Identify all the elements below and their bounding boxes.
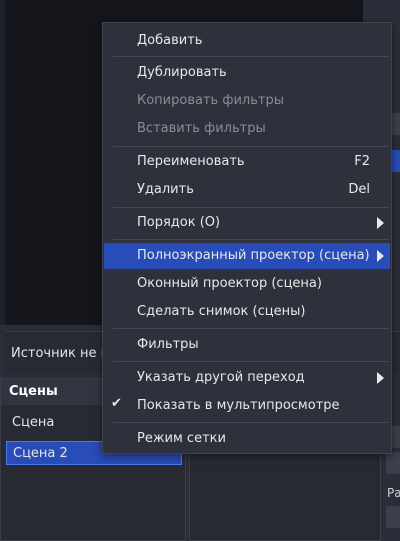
menu-item-rename[interactable]: Переименовать F2 [104, 149, 390, 175]
menu-item-label: Режим сетки [137, 431, 226, 446]
menu-item-show-in-multiview[interactable]: ✔ Показать в мультипросмотре [104, 393, 390, 419]
context-menu: Добавить Дублировать Копировать фильтры … [102, 22, 392, 454]
submenu-arrow-icon [377, 372, 384, 384]
scenes-title: Сцены [9, 384, 58, 399]
menu-item-label: Фильтры [137, 337, 199, 352]
menu-item-label: Указать другой переход [137, 370, 305, 385]
menu-item-label: Добавить [137, 33, 203, 48]
mixer-menu-button[interactable] [386, 506, 400, 528]
menu-item-filters[interactable]: Фильтры [104, 332, 390, 358]
menu-item-label: Переименовать [137, 154, 245, 169]
menu-item-label: Удалить [137, 182, 194, 197]
checkmark-icon: ✔ [111, 396, 122, 411]
submenu-arrow-icon [377, 250, 384, 262]
menu-item-screenshot[interactable]: Сделать снимок (сцены) [104, 299, 390, 325]
menu-separator [113, 361, 389, 362]
menu-item-delete[interactable]: Удалить Del [104, 177, 390, 203]
menu-item-paste-filters: Вставить фильтры [104, 116, 390, 142]
menu-item-label: Вставить фильтры [137, 121, 266, 136]
menu-item-duplicate[interactable]: Дублировать [104, 60, 390, 86]
menu-item-order[interactable]: Порядок (O) [104, 210, 390, 236]
mute-button[interactable] [386, 452, 400, 474]
menu-item-label: Показать в мультипросмотре [137, 398, 340, 413]
menu-item-label: Полноэкранный проектор (сцена) [137, 248, 370, 263]
menu-item-windowed-projector[interactable]: Оконный проектор (сцена) [104, 271, 390, 297]
menu-item-shortcut: Del [348, 182, 370, 197]
menu-item-add[interactable]: Добавить [104, 28, 390, 54]
menu-item-copy-filters: Копировать фильтры [104, 88, 390, 114]
menu-separator [113, 146, 389, 147]
menu-separator [113, 422, 389, 423]
menu-item-fullscreen-projector[interactable]: Полноэкранный проектор (сцена) [104, 243, 390, 269]
menu-item-grid-mode[interactable]: Режим сетки [104, 426, 390, 452]
menu-item-label: Копировать фильтры [137, 93, 284, 108]
menu-item-shortcut: F2 [354, 154, 370, 169]
menu-item-label: Дублировать [137, 65, 227, 80]
menu-item-label: Оконный проектор (сцена) [137, 276, 322, 291]
menu-separator [113, 239, 389, 240]
scene-item-label: Сцена [12, 415, 55, 430]
submenu-arrow-icon [377, 217, 384, 229]
scene-item-label: Сцена 2 [13, 446, 68, 461]
menu-separator [113, 207, 389, 208]
mixer-label: Ра [387, 486, 400, 500]
menu-item-transition-override[interactable]: Указать другой переход [104, 365, 390, 391]
menu-separator [113, 56, 389, 57]
menu-separator [113, 328, 389, 329]
menu-item-label: Сделать снимок (сцены) [137, 304, 306, 319]
menu-item-label: Порядок (O) [137, 215, 221, 230]
